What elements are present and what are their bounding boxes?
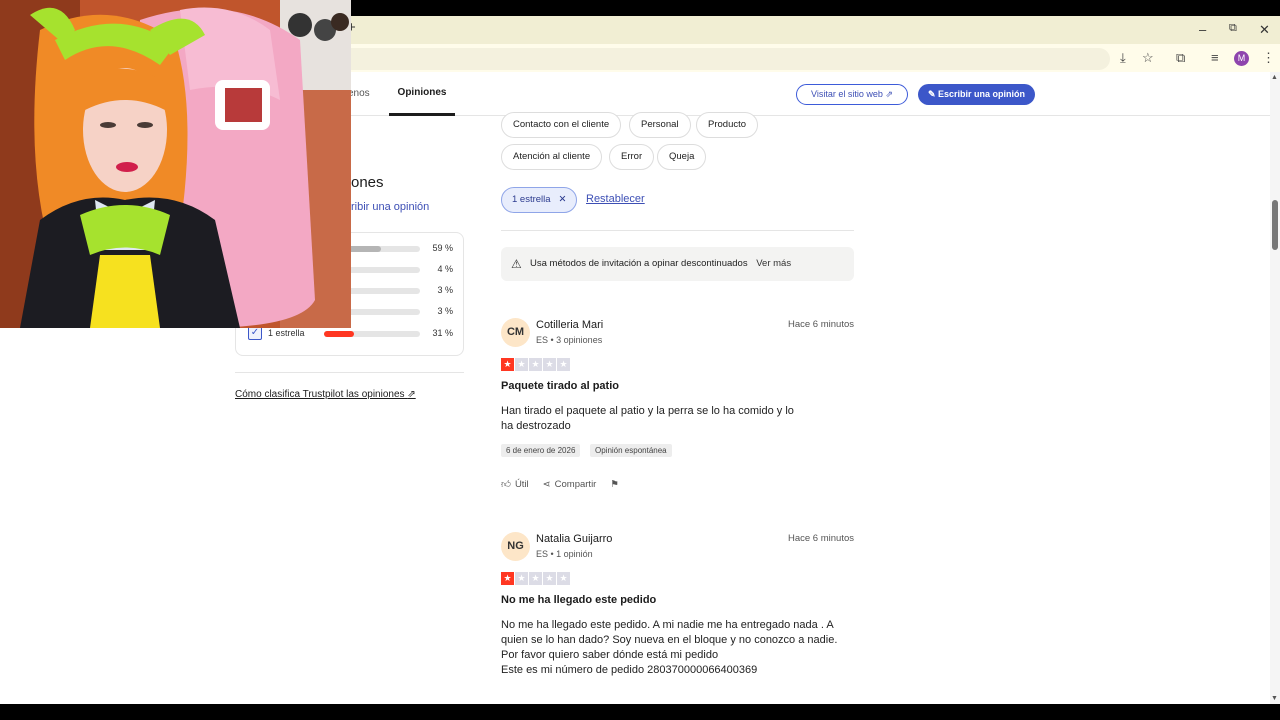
review-actions: 👍︎ Útil ⋖ Compartir ⚑ <box>501 478 619 491</box>
star-icon: ★ <box>515 572 528 585</box>
media-controls-icon[interactable]: ≡ <box>1211 50 1219 65</box>
report-button[interactable]: ⚑ <box>610 478 619 490</box>
star-rating: ★ ★ ★ ★ ★ <box>501 572 570 585</box>
star-icon: ★ <box>501 572 514 585</box>
write-review-label: Escribir una opinión <box>938 89 1026 99</box>
minimize-icon[interactable]: – <box>1199 22 1206 37</box>
page-scrollbar[interactable]: ▲ ▼ <box>1270 72 1280 704</box>
star-icon: ★ <box>557 572 570 585</box>
rating-percent: 3 % <box>437 306 453 316</box>
profile-avatar[interactable]: M <box>1234 51 1249 66</box>
filter-chip[interactable]: Queja <box>657 144 707 170</box>
flag-icon: ⚑ <box>610 478 619 490</box>
rating-bar <box>324 331 420 337</box>
filter-chip[interactable]: Contacto con el cliente <box>501 112 622 138</box>
star-icon: ★ <box>543 358 556 371</box>
tab-partial[interactable]: enos <box>348 88 370 99</box>
notice-text: Usa métodos de invitación a opinar desco… <box>530 258 748 269</box>
tab-opiniones[interactable]: Opiniones <box>389 87 455 98</box>
review-time: Hace 6 minutos <box>787 319 854 330</box>
write-review-button[interactable]: ✎ Escribir una opinión <box>918 84 1035 105</box>
share-icon: ⋖ <box>542 478 551 490</box>
webcam-overlay <box>0 0 351 328</box>
star-icon: ★ <box>501 358 514 371</box>
warning-icon: ⚠ <box>511 257 522 271</box>
reviewer-meta: ES • 3 opiniones <box>536 335 603 345</box>
extensions-icon[interactable]: ⧉ <box>1176 50 1185 66</box>
sidebar-write-review-link[interactable]: ribir una opinión <box>351 201 429 213</box>
pencil-icon: ✎ <box>927 89 939 99</box>
share-label: Compartir <box>554 478 597 490</box>
avatar[interactable]: CM <box>501 318 530 347</box>
star-icon: ★ <box>529 572 542 585</box>
rating-label: 1 estrella <box>268 328 305 338</box>
star-icon: ★ <box>515 358 528 371</box>
filters-divider <box>501 230 854 231</box>
review-title[interactable]: Paquete tirado al patio <box>501 380 619 392</box>
scroll-up-icon[interactable]: ▲ <box>1271 74 1278 81</box>
sidebar-divider <box>235 372 464 373</box>
reviewer-meta: ES • 1 opinión <box>536 549 593 559</box>
review-type-tag: Opinión espontánea <box>590 444 672 457</box>
how-trustpilot-ranks-link[interactable]: Cómo clasifica Trustpilot las opiniones … <box>235 389 416 400</box>
filter-chip[interactable]: Error <box>609 144 655 170</box>
filter-chip[interactable]: Personal <box>629 112 691 138</box>
rating-percent: 3 % <box>437 285 453 295</box>
restore-icon[interactable]: ⧉ <box>1229 22 1237 35</box>
filter-chip[interactable]: Producto <box>696 112 759 138</box>
active-filter-label: 1 estrella <box>512 194 551 205</box>
thumbs-up-icon: 👍︎ <box>501 479 511 490</box>
useful-label: Útil <box>514 478 529 490</box>
review-title[interactable]: No me ha llegado este pedido <box>501 594 656 606</box>
bookmark-star-icon[interactable]: ☆ <box>1142 50 1154 66</box>
external-link-icon: ⇗ <box>885 89 893 99</box>
star-icon: ★ <box>557 358 570 371</box>
star-icon: ★ <box>543 572 556 585</box>
streamer-video-image <box>0 0 351 328</box>
reset-filters-link[interactable]: Restablecer <box>586 193 645 205</box>
star-icon: ★ <box>529 358 542 371</box>
reviewer-name[interactable]: Natalia Guijarro <box>536 533 612 545</box>
share-button[interactable]: ⋖ Compartir <box>543 478 597 490</box>
review-card: NG Natalia Guijarro ES • 1 opinión Hace … <box>501 532 854 704</box>
review-body-line: Este es mi número de pedido 280370000066… <box>501 664 758 676</box>
review-card: CM Cotilleria Mari ES • 3 opiniones Hace… <box>501 318 854 498</box>
notice-more-link[interactable]: Ver más <box>756 258 791 269</box>
browser-menu-icon[interactable]: ⋮ <box>1262 50 1275 66</box>
review-body: No me ha llegado este pedido. A mi nadie… <box>501 618 854 678</box>
scroll-down-icon[interactable]: ▼ <box>1271 695 1278 702</box>
active-tab-indicator <box>389 113 455 116</box>
checkbox-1-star[interactable]: ✓ <box>248 326 262 340</box>
review-body-line: No me ha llegado este pedido. A mi nadie… <box>501 619 838 661</box>
invitation-notice: ⚠ Usa métodos de invitación a opinar des… <box>501 247 854 281</box>
visit-website-button[interactable]: Visitar el sitio web ⇗ <box>796 84 908 105</box>
avatar[interactable]: NG <box>501 532 530 561</box>
filter-chip[interactable]: Atención al cliente <box>501 144 603 170</box>
remove-filter-icon[interactable]: ✕ <box>553 194 566 205</box>
how-trustpilot-ranks-label: Cómo clasifica Trustpilot las opiniones <box>235 389 405 400</box>
rating-bar-fill <box>324 331 354 337</box>
date-tag: 6 de enero de 2026 <box>501 444 581 457</box>
star-rating: ★ ★ ★ ★ ★ <box>501 358 570 371</box>
scrollbar-thumb[interactable] <box>1272 200 1278 250</box>
review-body: Han tirado el paquete al patio y la perr… <box>501 405 794 432</box>
rating-percent: 59 % <box>432 243 453 253</box>
address-bar[interactable] <box>340 48 1110 70</box>
rating-percent: 31 % <box>432 328 453 338</box>
close-icon[interactable]: ✕ <box>1259 22 1270 38</box>
active-filter-chip[interactable]: 1 estrella ✕ <box>501 187 578 213</box>
screen-bottom-bar <box>0 704 1280 720</box>
rating-percent: 4 % <box>437 264 453 274</box>
visit-website-label: Visitar el sitio web <box>811 89 883 99</box>
useful-button[interactable]: 👍︎ Útil <box>501 478 529 491</box>
external-link-icon: ⇗ <box>407 389 416 400</box>
rating-row-1-star[interactable]: ✓ 1 estrella 31 % <box>236 326 465 340</box>
install-app-icon[interactable]: ⤓ <box>1120 50 1126 66</box>
reviewer-name[interactable]: Cotilleria Mari <box>536 319 603 331</box>
review-time: Hace 6 minutos <box>787 533 854 544</box>
sidebar-heading: ones <box>351 174 384 191</box>
